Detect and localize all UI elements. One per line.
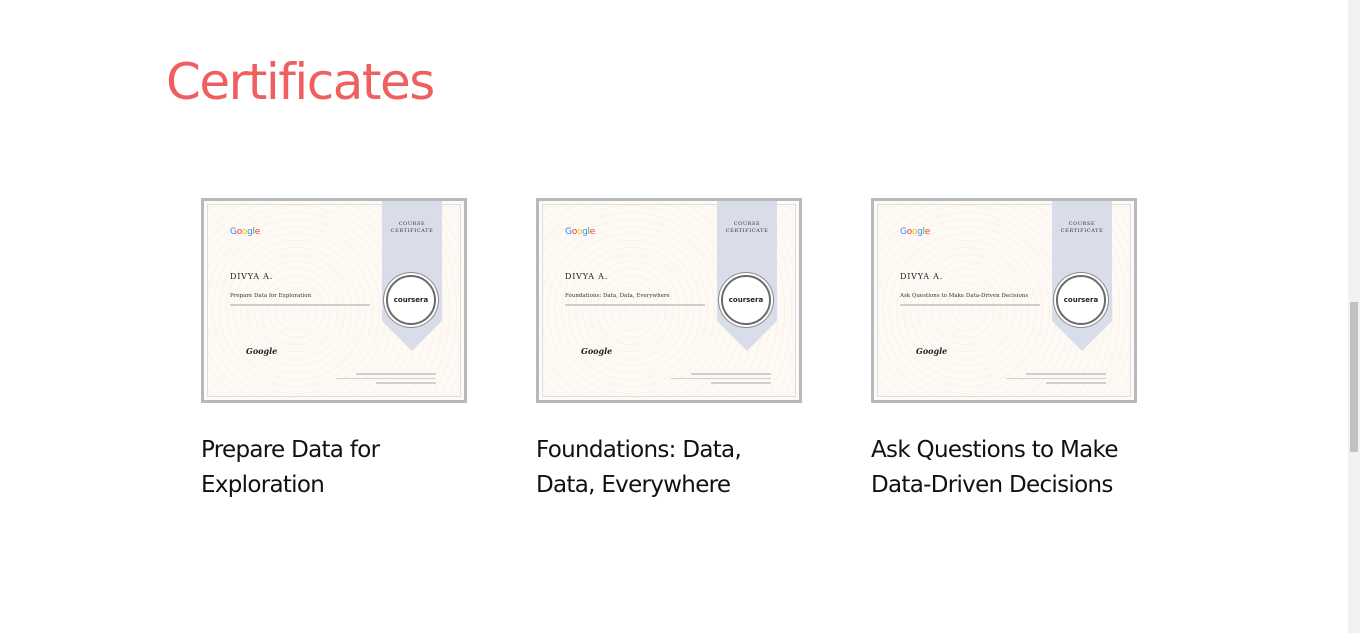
google-signature-icon: Google	[246, 346, 278, 356]
certificate-course-name: Foundations: Data, Data, Everywhere	[565, 293, 670, 299]
certificate-description	[900, 304, 1040, 306]
certificate-card[interactable]: COURSE CERTIFICATE coursera Google DIVYA…	[201, 198, 467, 503]
scrollbar-thumb[interactable]	[1350, 302, 1358, 452]
certificate-title[interactable]: Ask Questions to Make Data-Driven Decisi…	[871, 433, 1137, 503]
certificate-verify-text	[671, 373, 771, 387]
ribbon-label: COURSE CERTIFICATE	[390, 221, 434, 234]
coursera-seal-icon: coursera	[386, 275, 436, 325]
certificate-image[interactable]: COURSE CERTIFICATE coursera Google DIVYA…	[871, 198, 1137, 403]
coursera-seal-icon: coursera	[1056, 275, 1106, 325]
certificate-description	[230, 304, 370, 306]
certificate-verify-text	[336, 373, 436, 387]
certificate-description	[565, 304, 705, 306]
certificate-card[interactable]: COURSE CERTIFICATE coursera Google DIVYA…	[871, 198, 1137, 503]
google-logo-icon: Google	[565, 227, 595, 237]
google-signature-icon: Google	[581, 346, 613, 356]
certificate-verify-text	[1006, 373, 1106, 387]
certificate-image[interactable]: COURSE CERTIFICATE coursera Google DIVYA…	[536, 198, 802, 403]
google-signature-icon: Google	[916, 346, 948, 356]
certificate-title[interactable]: Foundations: Data, Data, Everywhere	[536, 433, 802, 503]
page: Certificates COURSE CERTIFICATE coursera…	[0, 0, 1360, 633]
google-logo-icon: Google	[900, 227, 930, 237]
certificate-card[interactable]: COURSE CERTIFICATE coursera Google DIVYA…	[536, 198, 802, 503]
certificate-image[interactable]: COURSE CERTIFICATE coursera Google DIVYA…	[201, 198, 467, 403]
certificate-recipient: DIVYA A.	[900, 272, 944, 281]
certificate-recipient: DIVYA A.	[565, 272, 609, 281]
vertical-scrollbar[interactable]	[1348, 0, 1360, 633]
certificate-course-name: Prepare Data for Exploration	[230, 293, 312, 299]
section-title: Certificates	[166, 53, 435, 111]
certificate-title[interactable]: Prepare Data for Exploration	[201, 433, 467, 503]
certificate-course-name: Ask Questions to Make Data-Driven Decisi…	[900, 293, 1029, 299]
ribbon-label: COURSE CERTIFICATE	[1060, 221, 1104, 234]
ribbon-label: COURSE CERTIFICATE	[725, 221, 769, 234]
certificate-recipient: DIVYA A.	[230, 272, 274, 281]
google-logo-icon: Google	[230, 227, 260, 237]
coursera-seal-icon: coursera	[721, 275, 771, 325]
